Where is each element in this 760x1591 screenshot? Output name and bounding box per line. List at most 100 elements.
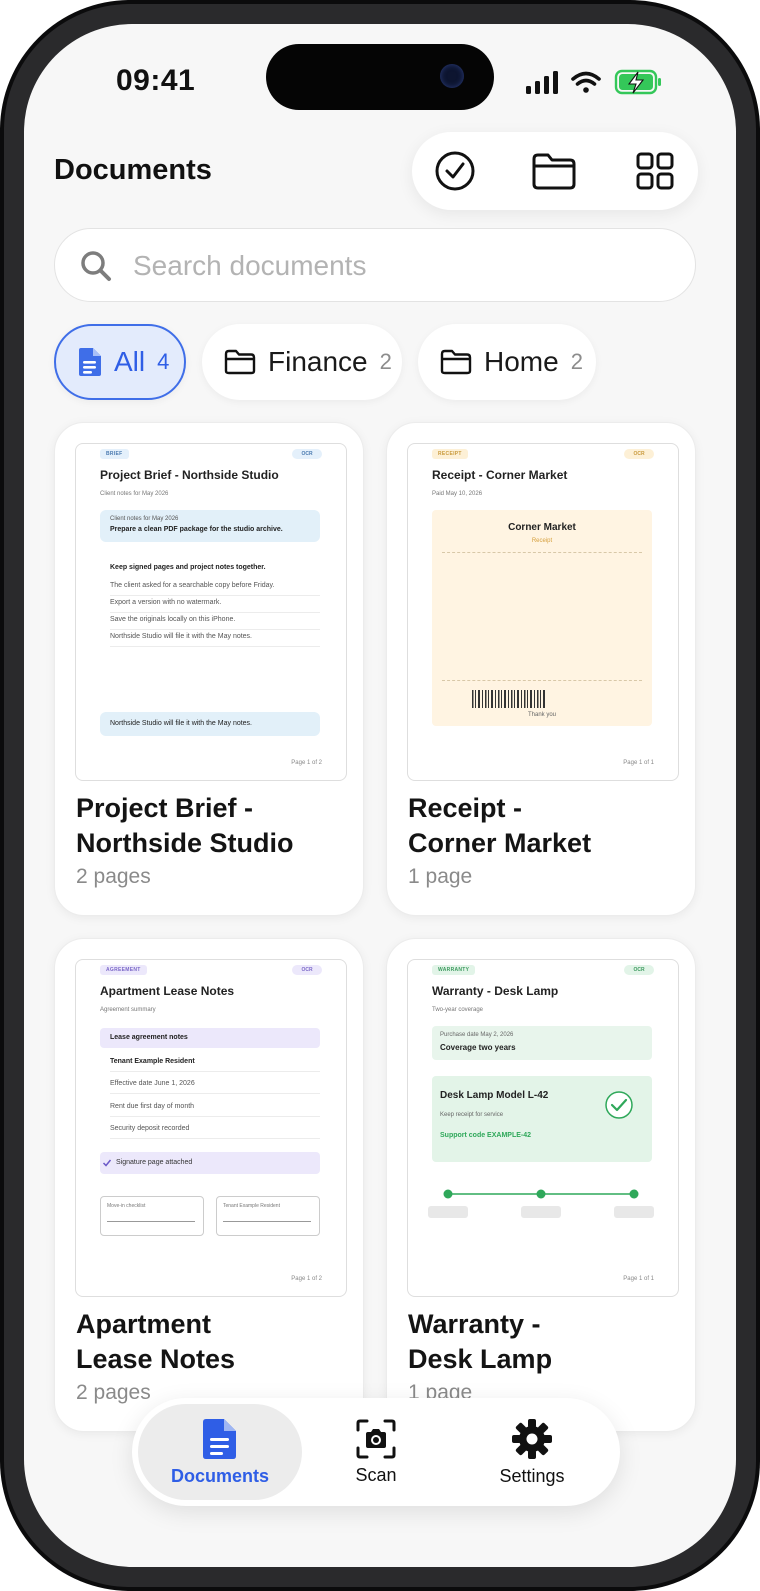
search-input[interactable]	[131, 243, 655, 289]
thumb-subtitle: Agreement summary	[100, 1007, 156, 1013]
filter-chip-all[interactable]: All 4	[54, 324, 186, 400]
grid-icon	[636, 152, 674, 190]
document-thumbnail: RECEIPT OCR Receipt - Corner Market Paid…	[407, 443, 679, 781]
timeline-icon	[428, 1189, 654, 1218]
page-count: 1 page	[408, 865, 473, 888]
thumb-subtitle: Two-year coverage	[432, 1007, 484, 1013]
document-icon	[203, 1418, 236, 1459]
doc-tag: RECEIPT	[432, 449, 468, 459]
screen: 09:41 Documents Search documents All 4 F…	[24, 24, 736, 1567]
folder-icon	[532, 153, 576, 190]
doc-tag: BRIEF	[100, 449, 129, 459]
thumb-line: Security deposit recorded	[110, 1125, 320, 1139]
scan-camera-icon	[356, 1419, 396, 1458]
ocr-badge: OCR	[292, 449, 322, 459]
grid-view-button[interactable]	[630, 146, 680, 196]
checkbox-icon	[102, 1159, 112, 1167]
thumb-subtitle: Paid May 10, 2026	[432, 491, 483, 497]
ocr-badge: OCR	[624, 965, 654, 975]
phone-frame: 09:41 Documents Search documents All 4 F…	[0, 0, 760, 1591]
page-count: 2 pages	[76, 1381, 151, 1404]
checkbox-label: Signature page attached	[116, 1159, 193, 1166]
folders-button[interactable]	[529, 146, 579, 196]
document-card[interactable]: WARRANTY OCR Warranty - Desk Lamp Two-ye…	[386, 938, 696, 1432]
tab-documents[interactable]: Documents	[138, 1404, 302, 1500]
receipt-paper: Corner Market Receipt Thank you	[432, 510, 652, 726]
wifi-icon	[571, 71, 601, 93]
footer-box: Northside Studio will file it with the M…	[100, 712, 320, 736]
thumb-line: Northside Studio will file it with the M…	[110, 633, 320, 647]
folder-icon	[440, 349, 472, 375]
barcode-icon	[472, 690, 545, 708]
tab-label: Scan	[355, 1464, 397, 1485]
document-name-line: Desk Lamp	[408, 1344, 553, 1374]
product-name: Desk Lamp Model L-42	[440, 1090, 549, 1101]
support-code: Support code EXAMPLE-42	[440, 1132, 532, 1139]
thumb-line: The client asked for a searchable copy b…	[110, 582, 320, 596]
signature-box: Move-in checklist	[100, 1196, 204, 1236]
page-number: Page 1 of 2	[291, 760, 322, 766]
document-name-line: Corner Market	[408, 828, 592, 858]
filter-chip-home[interactable]: Home 2	[418, 324, 596, 400]
document-name: Project Brief - Northside Studio	[76, 791, 346, 861]
document-icon	[79, 348, 101, 376]
signature-line	[223, 1221, 311, 1222]
page-number: Page 1 of 2	[291, 1276, 322, 1282]
thumb-line: Save the originals locally on this iPhon…	[110, 616, 320, 630]
battery-charging-icon	[614, 69, 661, 95]
document-card[interactable]: RECEIPT OCR Receipt - Corner Market Paid…	[386, 422, 696, 916]
dynamic-island	[266, 44, 494, 110]
tab-scan[interactable]: Scan	[294, 1404, 458, 1500]
box-text: Lease agreement notes	[110, 1034, 188, 1041]
signature-line	[107, 1221, 195, 1222]
document-name-line: Lease Notes	[76, 1344, 236, 1374]
folder-icon	[224, 349, 256, 375]
thumb-heading: Keep signed pages and project notes toge…	[110, 564, 266, 571]
signature-label: Move-in checklist	[107, 1203, 146, 1209]
search-bar[interactable]	[54, 228, 696, 302]
document-name: Warranty - Desk Lamp	[408, 1307, 678, 1377]
thumb-line: Effective date June 1, 2026	[110, 1080, 320, 1094]
divider	[442, 552, 642, 553]
filter-count: 4	[157, 349, 170, 374]
thumb-title: Project Brief - Northside Studio	[100, 468, 279, 482]
thumb-title: Warranty - Desk Lamp	[432, 984, 559, 998]
thumb-line: Rent due first day of month	[110, 1103, 320, 1117]
status-icons	[526, 69, 661, 95]
filter-count: 2	[379, 349, 392, 374]
highlight-box: Client notes for May 2026 Prepare a clea…	[100, 510, 320, 542]
document-name-line: Project Brief -	[76, 793, 254, 823]
page-number: Page 1 of 1	[623, 760, 654, 766]
cellular-icon	[526, 71, 558, 94]
doc-tag: WARRANTY	[432, 965, 476, 975]
select-button[interactable]	[430, 146, 480, 196]
document-name-line: Apartment	[76, 1309, 212, 1339]
page-number: Page 1 of 1	[623, 1276, 654, 1282]
signature-label: Tenant Example Resident	[223, 1203, 280, 1209]
thumb-line: Export a version with no watermark.	[110, 599, 320, 613]
page-title: Documents	[54, 154, 212, 186]
highlight-box: Lease agreement notes	[100, 1028, 320, 1048]
toolbar	[412, 132, 698, 210]
checkbox-row: Signature page attached	[100, 1152, 320, 1174]
search-icon	[81, 251, 111, 281]
document-card[interactable]: AGREEMENT OCR Apartment Lease Notes Agre…	[54, 938, 364, 1432]
store-name: Corner Market	[508, 522, 576, 533]
document-card[interactable]: BRIEF OCR Project Brief - Northside Stud…	[54, 422, 364, 916]
filter-label: Finance	[268, 346, 368, 377]
page-count: 2 pages	[76, 865, 151, 888]
tab-label: Settings	[499, 1465, 565, 1486]
document-thumbnail: WARRANTY OCR Warranty - Desk Lamp Two-ye…	[407, 959, 679, 1297]
document-name: Apartment Lease Notes	[76, 1307, 346, 1377]
highlight-box: Purchase date May 2, 2026 Coverage two y…	[432, 1026, 652, 1060]
filter-count: 2	[570, 349, 583, 374]
box-caption: Client notes for May 2026	[110, 516, 179, 522]
filter-chip-finance[interactable]: Finance 2	[202, 324, 402, 400]
document-name-line: Warranty -	[408, 1309, 541, 1339]
tab-settings[interactable]: Settings	[450, 1404, 614, 1500]
filter-label: All	[114, 346, 146, 377]
gear-icon	[512, 1418, 552, 1459]
thumb-title: Receipt - Corner Market	[432, 468, 568, 482]
document-name-line: Receipt -	[408, 793, 523, 823]
footer-text: Northside Studio will file it with the M…	[110, 720, 253, 727]
